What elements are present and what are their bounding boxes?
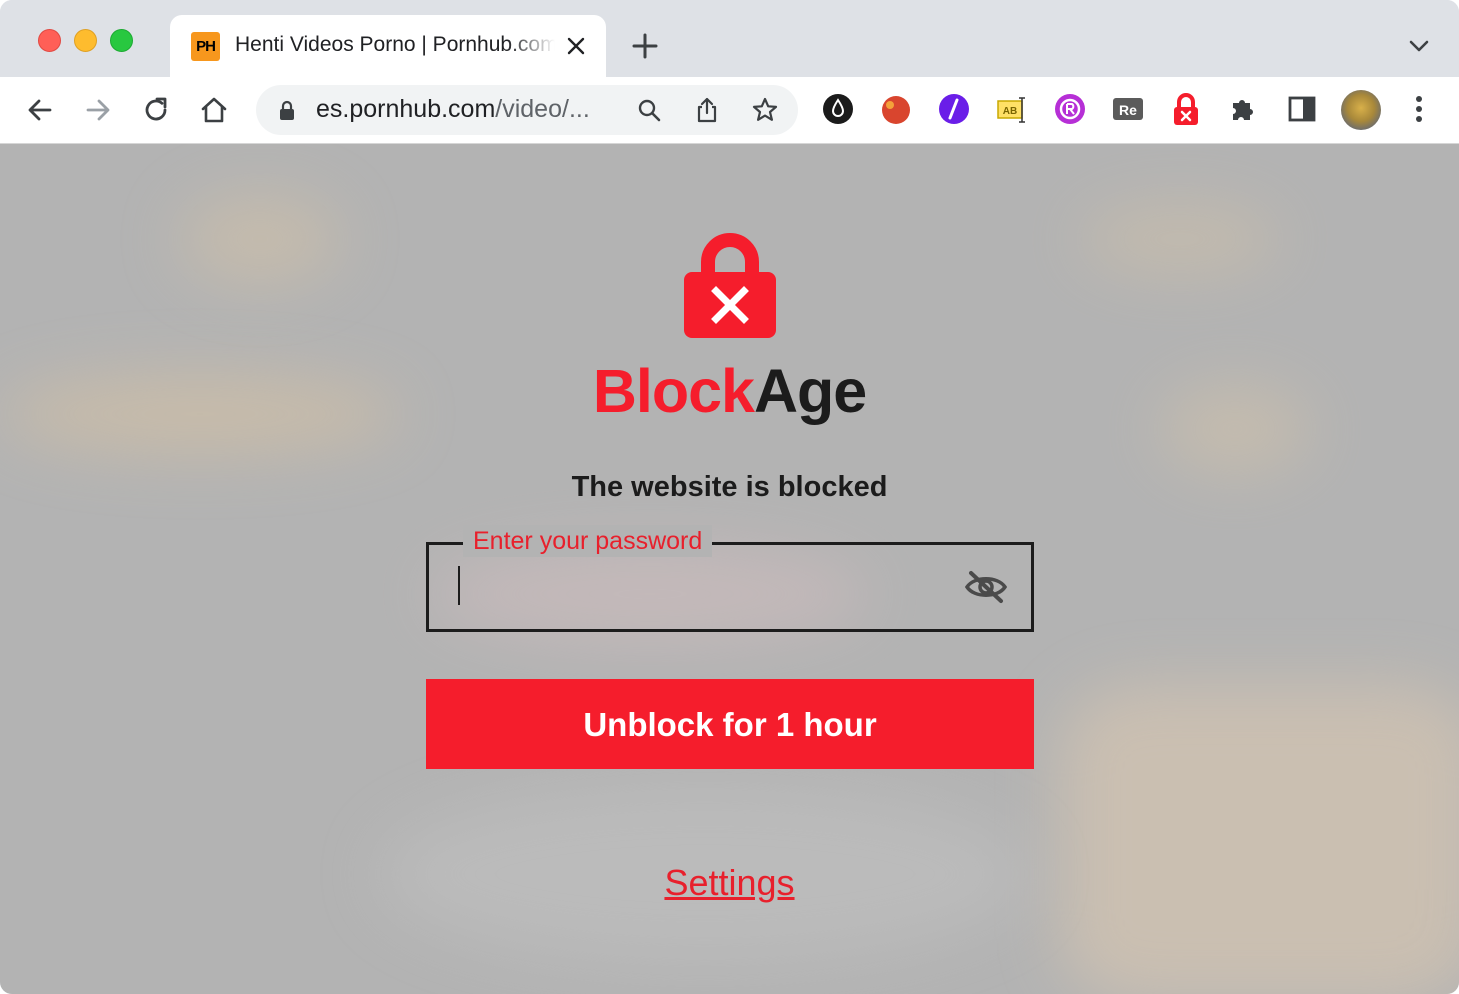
eye-slash-icon[interactable]: [964, 569, 1008, 605]
forward-arrow-icon[interactable]: [82, 94, 114, 126]
browser-tab[interactable]: PH Henti Videos Porno | Pornhub.com: [170, 15, 606, 77]
circle-extension-icon[interactable]: [1053, 92, 1087, 126]
more-menu-icon[interactable]: [1402, 92, 1436, 126]
share-icon[interactable]: [694, 97, 720, 123]
text-extension-icon[interactable]: AB: [995, 92, 1029, 126]
side-panel-icon[interactable]: [1285, 92, 1319, 126]
search-icon[interactable]: [636, 97, 662, 123]
url-host: es.pornhub.com: [316, 95, 496, 123]
tab-strip: PH Henti Videos Porno | Pornhub.com: [0, 0, 1459, 77]
tab-close-icon[interactable]: [566, 36, 586, 56]
text-caret: [458, 566, 460, 605]
password-label: Enter your password: [463, 525, 713, 557]
password-input[interactable]: [449, 565, 933, 611]
lock-icon[interactable]: [278, 100, 296, 120]
star-bookmark-icon[interactable]: [752, 97, 778, 123]
home-icon[interactable]: [198, 94, 230, 126]
svg-text:Re: Re: [1119, 102, 1137, 118]
block-content: BlockAge The website is blocked Enter yo…: [0, 144, 1459, 994]
new-tab-icon[interactable]: [632, 33, 658, 59]
reload-icon[interactable]: [140, 94, 172, 126]
minimize-window-button[interactable]: [74, 29, 97, 52]
blocked-page: BlockAge The website is blocked Enter yo…: [0, 144, 1459, 994]
blocked-message: The website is blocked: [571, 471, 888, 503]
tomato-extension-icon[interactable]: [879, 92, 913, 126]
tab-title: Henti Videos Porno | Pornhub.com: [235, 33, 555, 56]
re-extension-icon[interactable]: Re: [1111, 92, 1145, 126]
pen-extension-icon[interactable]: [937, 92, 971, 126]
maximize-window-button[interactable]: [110, 29, 133, 52]
brand-logo: BlockAge: [0, 356, 1459, 426]
url-path: /video/...: [495, 95, 590, 123]
svg-text:AB: AB: [1003, 106, 1017, 117]
chevron-down-icon[interactable]: [1408, 38, 1430, 54]
back-arrow-icon[interactable]: [24, 94, 56, 126]
droplet-extension-icon[interactable]: [821, 92, 855, 126]
browser-toolbar: es.pornhub.com/video/... AB Re: [0, 77, 1459, 144]
site-favicon-icon: PH: [191, 32, 220, 61]
browser-window: PH Henti Videos Porno | Pornhub.com es.p…: [0, 0, 1459, 994]
address-bar[interactable]: es.pornhub.com/video/...: [256, 85, 798, 135]
lock-x-icon: [684, 233, 776, 338]
settings-link[interactable]: Settings: [0, 862, 1459, 904]
url-text[interactable]: es.pornhub.com/video/...: [316, 95, 590, 124]
profile-avatar[interactable]: [1341, 90, 1381, 130]
unblock-button[interactable]: Unblock for 1 hour: [426, 679, 1034, 769]
brand-part-1: Block: [592, 357, 755, 425]
brand-part-2: Age: [753, 357, 867, 425]
close-window-button[interactable]: [38, 29, 61, 52]
puzzle-extensions-icon[interactable]: [1227, 92, 1261, 126]
password-field[interactable]: Enter your password: [426, 525, 1034, 632]
blockage-extension-icon[interactable]: [1169, 92, 1203, 126]
